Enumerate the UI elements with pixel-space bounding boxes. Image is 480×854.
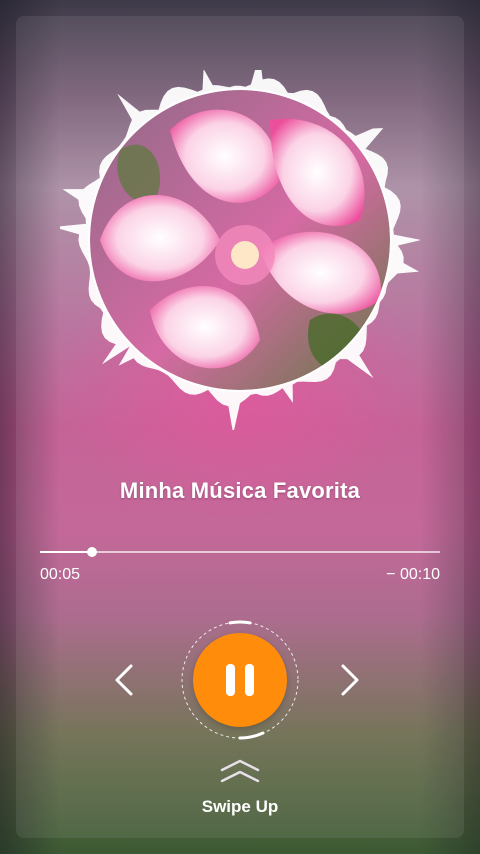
elapsed-time: 00:05 [40,566,81,583]
seek-progress [40,551,92,553]
double-chevron-up-icon[interactable] [218,758,262,784]
next-button[interactable] [330,660,370,700]
seek-bar[interactable] [40,545,440,559]
pause-icon [226,664,235,696]
previous-button[interactable] [104,660,144,700]
song-title: Minha Música Favorita [119,478,361,503]
seek-track[interactable] [40,551,440,553]
pause-icon-bar [245,664,254,696]
chevron-left-icon [115,664,133,696]
swipe-up-label[interactable]: Swipe Up [0,797,480,817]
pause-button[interactable] [193,633,287,727]
playback-controls [0,620,480,740]
album-art-visualizer [60,70,420,430]
chevron-right-icon [341,664,359,696]
remaining-time: − 00:10 [386,566,440,583]
seek-thumb[interactable] [87,547,97,557]
